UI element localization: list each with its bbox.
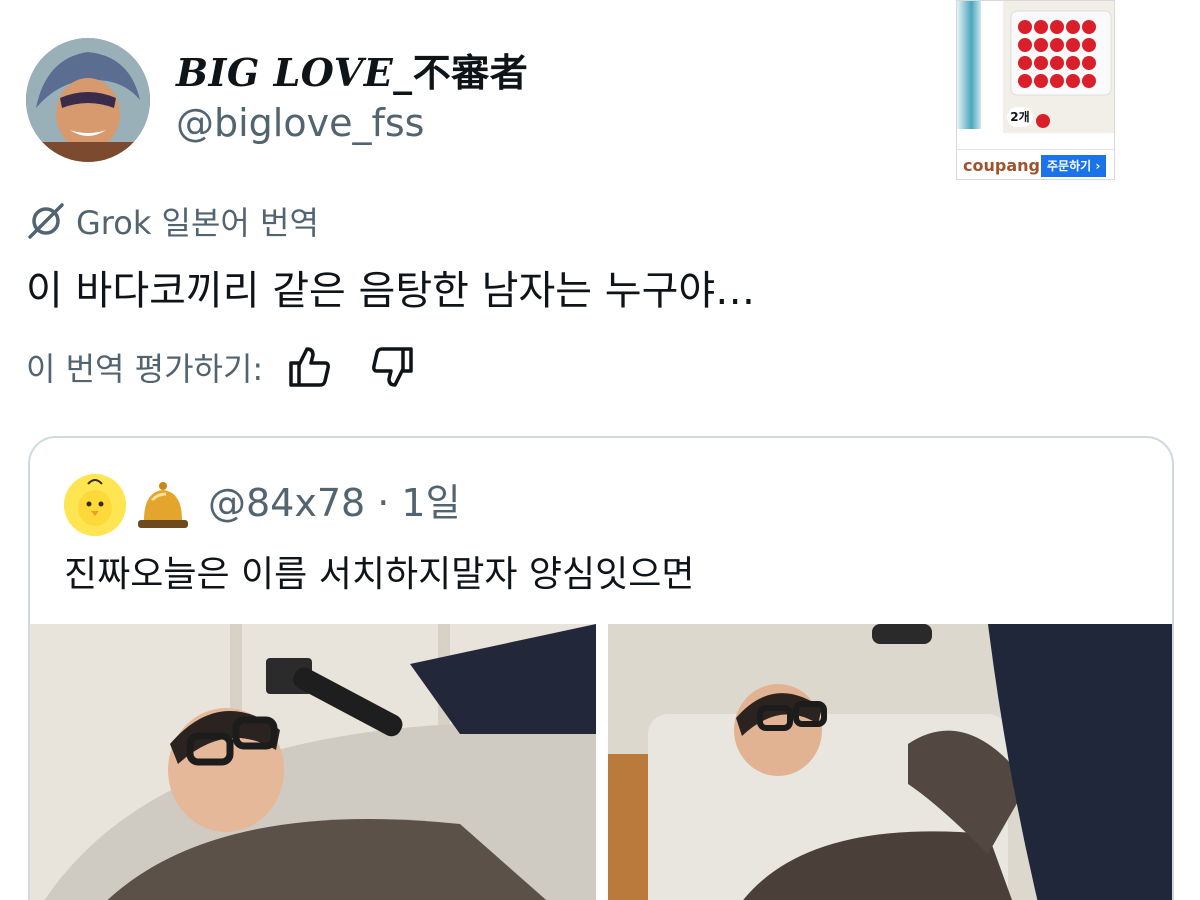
grok-logo-icon bbox=[28, 203, 64, 239]
quoted-media-image-1[interactable] bbox=[30, 624, 596, 900]
quoted-post-meta: @84x78 · 1일 bbox=[208, 481, 461, 525]
author-handle[interactable]: @biglove_fss bbox=[176, 100, 424, 146]
display-name-cjk: 不審者 bbox=[412, 51, 529, 95]
quoted-media-image-2[interactable] bbox=[608, 624, 1172, 900]
ad-quantity-badge: 2개 bbox=[1007, 107, 1033, 127]
coupang-logo: coupang bbox=[963, 156, 1040, 175]
quoted-author-avatar[interactable] bbox=[64, 474, 126, 536]
translation-rating: 이 번역 평가하기: bbox=[26, 344, 417, 390]
coupang-ad[interactable]: 2개 coupang 주문하기 › bbox=[956, 0, 1115, 180]
author-avatar[interactable] bbox=[26, 38, 150, 162]
thumbs-up-icon[interactable] bbox=[285, 343, 333, 391]
author-display-name[interactable]: BIG LOVE_不審者 bbox=[176, 50, 528, 96]
quoted-post-text: 진짜오늘은 이름 서치하지말자 양심잇으면 bbox=[64, 554, 695, 595]
translation-source: Grok 일본어 번역 bbox=[26, 198, 319, 244]
rate-translation-label: 이 번역 평가하기: bbox=[26, 350, 264, 388]
bell-emoji-icon bbox=[138, 482, 188, 528]
ad-product-bottle bbox=[957, 1, 981, 129]
translated-text: 이 바다코끼리 같은 음탕한 남자는 누구야… bbox=[26, 268, 756, 314]
thumbs-down-icon[interactable] bbox=[369, 343, 417, 391]
translation-source-label: Grok 일본어 번역 bbox=[76, 204, 319, 242]
quoted-post[interactable]: @84x78 · 1일 진짜오늘은 이름 서치하지말자 양심잇으면 bbox=[28, 436, 1174, 900]
ad-footer: coupang 주문하기 › bbox=[957, 149, 1114, 179]
ad-order-button[interactable]: 주문하기 › bbox=[1041, 155, 1107, 177]
display-name-latin: BIG LOVE_ bbox=[176, 50, 413, 95]
